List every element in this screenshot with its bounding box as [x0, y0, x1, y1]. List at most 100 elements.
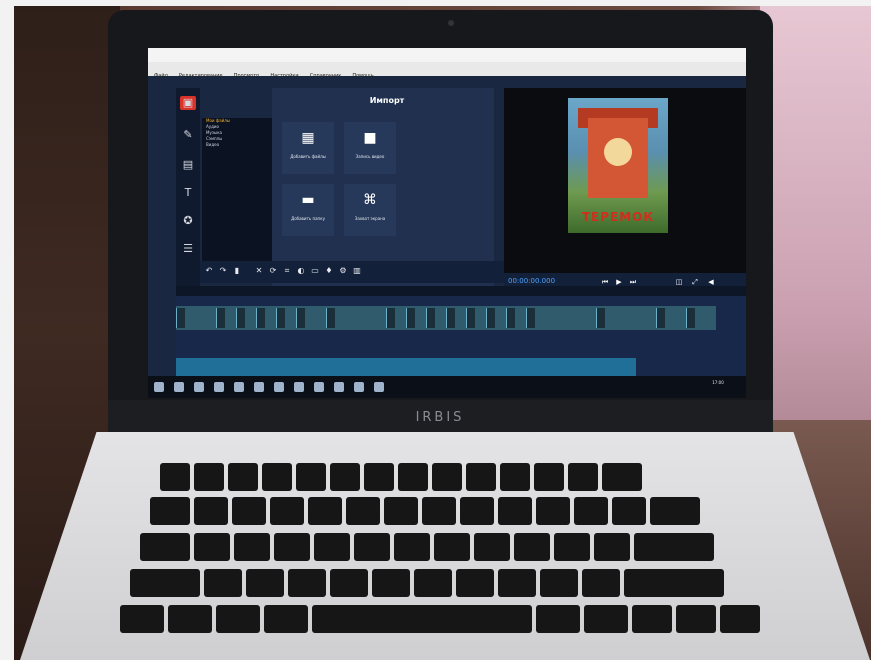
video-clip[interactable] — [506, 308, 515, 328]
key[interactable] — [194, 533, 230, 561]
key[interactable] — [364, 463, 394, 491]
video-clip[interactable] — [526, 308, 535, 328]
app-icon[interactable] — [354, 382, 364, 392]
settings-icon[interactable]: ⚙ — [338, 266, 348, 276]
key[interactable] — [194, 463, 224, 491]
key[interactable] — [612, 497, 646, 525]
record-video-button[interactable]: ■ Запись видео — [344, 122, 396, 174]
undo-icon[interactable]: ↶ — [204, 266, 214, 276]
key[interactable] — [150, 497, 190, 525]
key[interactable] — [540, 569, 578, 597]
key[interactable] — [534, 463, 564, 491]
video-clip[interactable] — [686, 308, 695, 328]
key[interactable] — [574, 497, 608, 525]
key[interactable] — [140, 533, 190, 561]
key[interactable] — [676, 605, 716, 633]
key[interactable] — [330, 569, 368, 597]
key[interactable] — [720, 605, 760, 633]
key[interactable] — [466, 463, 496, 491]
app-icon[interactable] — [334, 382, 344, 392]
menu-item[interactable]: Справочник — [310, 73, 342, 79]
key[interactable] — [216, 605, 260, 633]
browser-icon[interactable] — [214, 382, 224, 392]
video-clip[interactable] — [256, 308, 265, 328]
key[interactable] — [602, 463, 642, 491]
key[interactable] — [584, 605, 628, 633]
key[interactable] — [634, 533, 714, 561]
start-icon[interactable] — [154, 382, 164, 392]
key[interactable] — [274, 533, 310, 561]
mail-icon[interactable] — [274, 382, 284, 392]
key[interactable] — [422, 497, 456, 525]
key[interactable] — [434, 533, 470, 561]
video-clip[interactable] — [236, 308, 245, 328]
key[interactable] — [264, 605, 308, 633]
key[interactable] — [194, 497, 228, 525]
color-icon[interactable]: ◐ — [296, 266, 306, 276]
key[interactable] — [130, 569, 200, 597]
taskview-icon[interactable] — [194, 382, 204, 392]
key[interactable] — [270, 497, 304, 525]
menu-item[interactable]: Настройки — [270, 73, 298, 79]
key[interactable] — [372, 569, 410, 597]
key[interactable] — [500, 463, 530, 491]
key[interactable] — [330, 463, 360, 491]
titles-icon[interactable]: T — [180, 186, 196, 200]
video-clip[interactable] — [426, 308, 435, 328]
key[interactable] — [398, 463, 428, 491]
key[interactable] — [594, 533, 630, 561]
microphone-icon[interactable]: ✎ — [180, 128, 196, 142]
store-icon[interactable] — [254, 382, 264, 392]
crop-tool-icon[interactable]: ⌗ — [282, 266, 292, 276]
key[interactable] — [554, 533, 590, 561]
search-icon[interactable] — [174, 382, 184, 392]
audio-track[interactable] — [176, 358, 636, 378]
key[interactable] — [582, 569, 620, 597]
app-icon[interactable] — [294, 382, 304, 392]
add-files-button[interactable]: ▦ Добавить файлы — [282, 122, 334, 174]
filters-icon[interactable]: ▤ — [180, 158, 196, 172]
video-clip[interactable] — [446, 308, 455, 328]
key[interactable] — [474, 533, 510, 561]
key[interactable] — [228, 463, 258, 491]
key[interactable] — [204, 569, 242, 597]
key[interactable] — [432, 463, 462, 491]
key[interactable] — [262, 463, 292, 491]
key[interactable] — [314, 533, 350, 561]
key[interactable] — [624, 569, 724, 597]
key[interactable] — [394, 533, 430, 561]
more-icon[interactable]: ☰ — [180, 242, 196, 256]
video-clip[interactable] — [406, 308, 415, 328]
explorer-icon[interactable] — [234, 382, 244, 392]
video-clip[interactable] — [656, 308, 665, 328]
key[interactable] — [288, 569, 326, 597]
redo-icon[interactable]: ↷ — [218, 266, 228, 276]
microphone-record-icon[interactable]: ♦ — [324, 266, 334, 276]
key[interactable] — [456, 569, 494, 597]
menu-item[interactable]: Помощь — [352, 73, 373, 79]
cut-icon[interactable]: ✕ — [254, 266, 264, 276]
key[interactable] — [460, 497, 494, 525]
key[interactable] — [346, 497, 380, 525]
screen-capture-button[interactable]: ⌘ Захват экрана — [344, 184, 396, 236]
key[interactable] — [160, 463, 190, 491]
video-clip[interactable] — [326, 308, 335, 328]
list-item[interactable]: Видео — [202, 142, 272, 148]
key[interactable] — [308, 497, 342, 525]
video-clip[interactable] — [276, 308, 285, 328]
video-clip[interactable] — [176, 308, 185, 328]
key[interactable] — [498, 497, 532, 525]
key[interactable] — [246, 569, 284, 597]
video-clip[interactable] — [596, 308, 605, 328]
key[interactable] — [414, 569, 452, 597]
add-folder-button[interactable]: ▬ Добавить папку — [282, 184, 334, 236]
audio-bars-icon[interactable]: ▥ — [352, 266, 362, 276]
key[interactable] — [536, 605, 580, 633]
menu-item[interactable]: Редактирование — [179, 73, 223, 79]
stickers-icon[interactable]: ✪ — [180, 214, 196, 228]
video-clip[interactable] — [216, 308, 225, 328]
delete-icon[interactable]: ▮ — [232, 266, 242, 276]
key[interactable] — [498, 569, 536, 597]
key[interactable] — [514, 533, 550, 561]
key[interactable] — [650, 497, 700, 525]
